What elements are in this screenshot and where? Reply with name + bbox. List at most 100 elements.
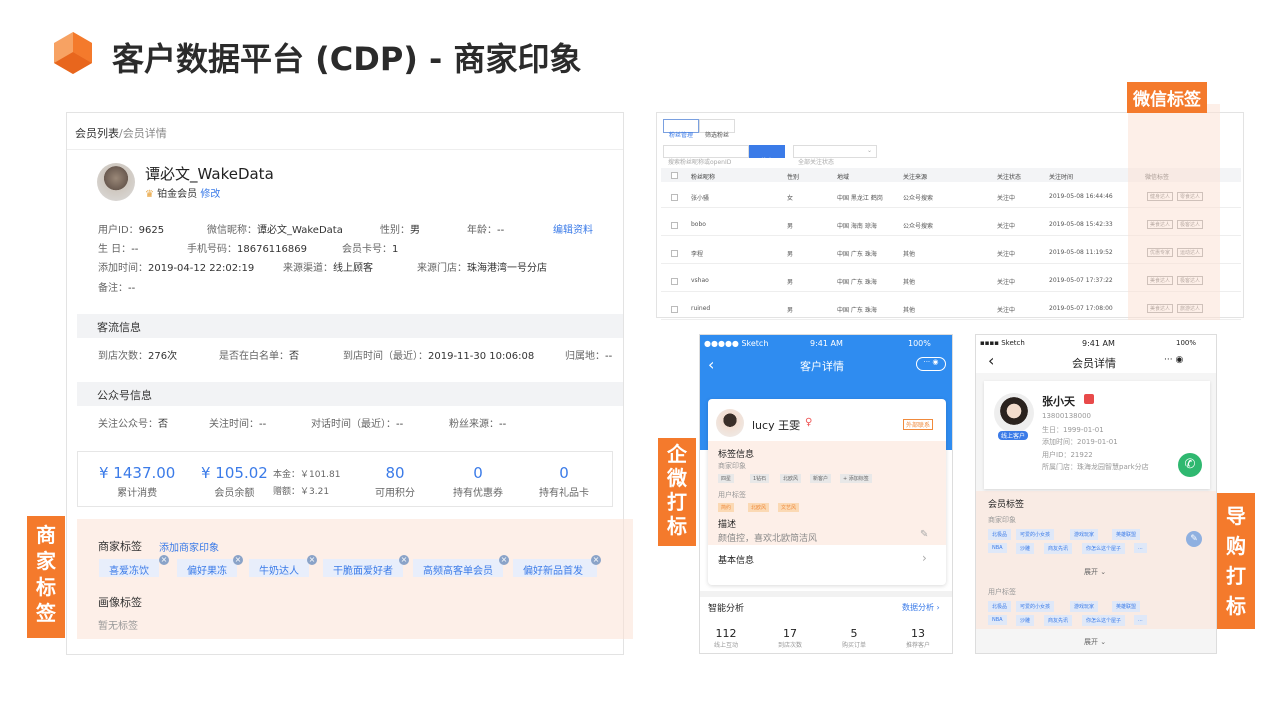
table-cell: 女	[787, 195, 794, 202]
phone2-merchant-tag[interactable]: ...	[1134, 543, 1147, 553]
phone-call-icon[interactable]: ✆	[1178, 453, 1202, 477]
phone1-user-tag[interactable]: 简约	[718, 503, 735, 512]
edit-tag-icon[interactable]: ✎	[1186, 531, 1202, 547]
table-cell: 关注中	[997, 223, 1016, 230]
tag-remove-icon[interactable]: ×	[399, 555, 409, 565]
tab-filter-fans[interactable]: 筛选粉丝	[699, 119, 736, 139]
table-cell: 男	[787, 223, 794, 230]
phone2-merchant-tag[interactable]: 沙雕	[1016, 543, 1035, 554]
phone1-user-tags-title: 用户标签	[718, 491, 746, 499]
table-cell: 2019-05-08 16:44:46	[1049, 193, 1113, 200]
breadcrumb-member-list[interactable]: 会员列表	[75, 127, 119, 140]
phone2-time: 9:41 AM	[1082, 339, 1115, 348]
tab-fan-management[interactable]: 粉丝管理	[663, 119, 700, 139]
info-card-no: 会员卡号：1	[342, 244, 399, 255]
merchant-tag[interactable]: 干脆面爱好者	[323, 559, 403, 577]
table-cell: 公众号搜索	[903, 195, 934, 202]
phone1-merchant-tag[interactable]: + 添加标签	[840, 474, 872, 483]
phone1-merchant-tag[interactable]: 新客户	[810, 474, 832, 483]
info-source-store: 来源门店：珠海港湾一号分店	[417, 263, 547, 274]
back-icon[interactable]: ‹	[708, 355, 714, 374]
row-checkbox[interactable]	[671, 278, 678, 285]
select-all-checkbox[interactable]	[671, 172, 678, 179]
table-cell: 其他	[903, 279, 916, 286]
merchant-tag[interactable]: 偏好果冻	[177, 559, 237, 577]
row-checkbox[interactable]	[671, 250, 678, 257]
phone-member-detail: ▪▪▪▪ Sketch 9:41 AM 100% ‹ 会员详情 ··· ◉ 线上…	[975, 334, 1217, 654]
phone1-merchant-impression: 商家印象	[718, 462, 746, 470]
phone1-merchant-tag[interactable]: 1钻石	[750, 474, 770, 483]
follow-status-select[interactable]: 全部关注状态 ⌄	[793, 145, 877, 166]
phone1-merchant-tag[interactable]: 北欧风	[780, 474, 802, 483]
table-cell: 关注中	[997, 195, 1016, 202]
wechat-follow: 关注公众号：否	[98, 419, 168, 430]
table-cell: 2019-05-07 17:37:22	[1049, 277, 1113, 284]
expand-button-2[interactable]: 展开 ⌄	[1084, 637, 1106, 647]
edit-pencil-icon[interactable]: ✎	[920, 529, 928, 540]
phone2-user-tag[interactable]: 可爱的小女孩	[1016, 601, 1055, 612]
edit-profile-link[interactable]: 编辑资料	[553, 221, 593, 236]
tag-remove-icon[interactable]: ×	[307, 555, 317, 565]
phone2-merchant-tag[interactable]: 游戏玩家	[1070, 529, 1099, 540]
phone2-user-tag[interactable]: 沙雕	[1016, 615, 1035, 626]
tag-remove-icon[interactable]: ×	[499, 555, 509, 565]
search-input[interactable]: 搜索粉丝昵称或openID	[663, 145, 749, 166]
level-edit-link[interactable]: 修改	[200, 189, 220, 200]
merchant-tag[interactable]: 偏好新品首发	[513, 559, 597, 577]
phone2-merchant-tag[interactable]: 商友先讯	[1044, 543, 1073, 554]
row-checkbox[interactable]	[671, 194, 678, 201]
phone2-user-tag[interactable]: ...	[1134, 615, 1147, 625]
phone2-merchant-tag[interactable]: 英雄联盟	[1112, 529, 1141, 540]
expand-button[interactable]: 展开 ⌄	[1084, 567, 1106, 577]
tag-remove-icon[interactable]: ×	[159, 555, 169, 565]
member-info-line: 用户ID：21922	[1042, 450, 1093, 459]
phone2-merchant-tag[interactable]: 可爱的小女孩	[1016, 529, 1055, 540]
phone1-title: 客户详情	[800, 360, 844, 373]
merchant-tag[interactable]: 牛奶达人	[249, 559, 309, 577]
table-cell: 中国 广东 珠海	[837, 307, 877, 314]
phone2-user-tag[interactable]: 北极品	[988, 601, 1012, 612]
wechat-follow-time: 关注时间：--	[209, 419, 267, 430]
phone1-user-tag[interactable]: 北欧风	[748, 503, 770, 512]
phone2-merchant-tag[interactable]: NBA	[988, 543, 1007, 553]
merchant-tag[interactable]: 高频高客单会员	[413, 559, 503, 577]
member-info-line: 生日：1999-01-01	[1042, 425, 1104, 434]
row-checkbox[interactable]	[671, 222, 678, 229]
add-merchant-tag-link[interactable]: 添加商家印象	[159, 539, 219, 554]
stat-points: 80 可用积分	[375, 464, 415, 499]
phone2-merchant-tag[interactable]: 北极品	[988, 529, 1012, 540]
table-cell: bobo	[691, 221, 706, 228]
phone2-user-tag[interactable]: 英雄联盟	[1112, 601, 1141, 612]
merchant-tag[interactable]: 喜爱冻饮	[99, 559, 159, 577]
search-button[interactable]: 搜索	[749, 145, 785, 165]
phone2-user-tag[interactable]: 游戏玩家	[1070, 601, 1099, 612]
wechat-fan-source: 粉丝来源：--	[449, 419, 507, 430]
more-capsule-icon[interactable]: ··· ◉	[1164, 355, 1183, 365]
more-capsule-icon[interactable]: ··· ◉	[916, 357, 946, 371]
phone2-title: 会员详情	[1072, 357, 1116, 370]
chevron-right-icon[interactable]: ›	[922, 551, 927, 565]
table-header-cell: 关注状态	[997, 174, 1022, 181]
phone2-carrier: ▪▪▪▪ Sketch	[980, 339, 1025, 347]
table-cell: 男	[787, 279, 794, 286]
tag-remove-icon[interactable]: ×	[233, 555, 243, 565]
divider	[700, 591, 952, 597]
member-info-line: 添加时间：2019-01-01	[1042, 438, 1118, 446]
phone2-merchant-tag[interactable]: 你怎么这个屋子	[1082, 543, 1126, 554]
phone1-merchant-tag[interactable]: 四星	[718, 474, 735, 483]
phone1-user-tag[interactable]: 文艺风	[778, 503, 800, 512]
tag-remove-icon[interactable]: ×	[591, 555, 601, 565]
phone1-carrier: ●●●●● Sketch	[704, 339, 769, 348]
analysis-link[interactable]: 数据分析 ›	[902, 602, 940, 613]
phone2-user-tag[interactable]: 你怎么这个屋子	[1082, 615, 1126, 626]
phone1-battery: 100%	[908, 339, 931, 348]
row-checkbox[interactable]	[671, 306, 678, 313]
phone2-user-tag[interactable]: NBA	[988, 615, 1007, 625]
wechat-chat-time: 对话时间（最近）：--	[311, 419, 404, 430]
table-cell: 男	[787, 307, 794, 314]
phone1-time: 9:41 AM	[810, 339, 843, 348]
avatar	[97, 163, 135, 201]
table-cell: 其他	[903, 251, 916, 258]
phone2-user-tag[interactable]: 商友先讯	[1044, 615, 1073, 626]
back-icon[interactable]: ‹	[988, 351, 994, 370]
